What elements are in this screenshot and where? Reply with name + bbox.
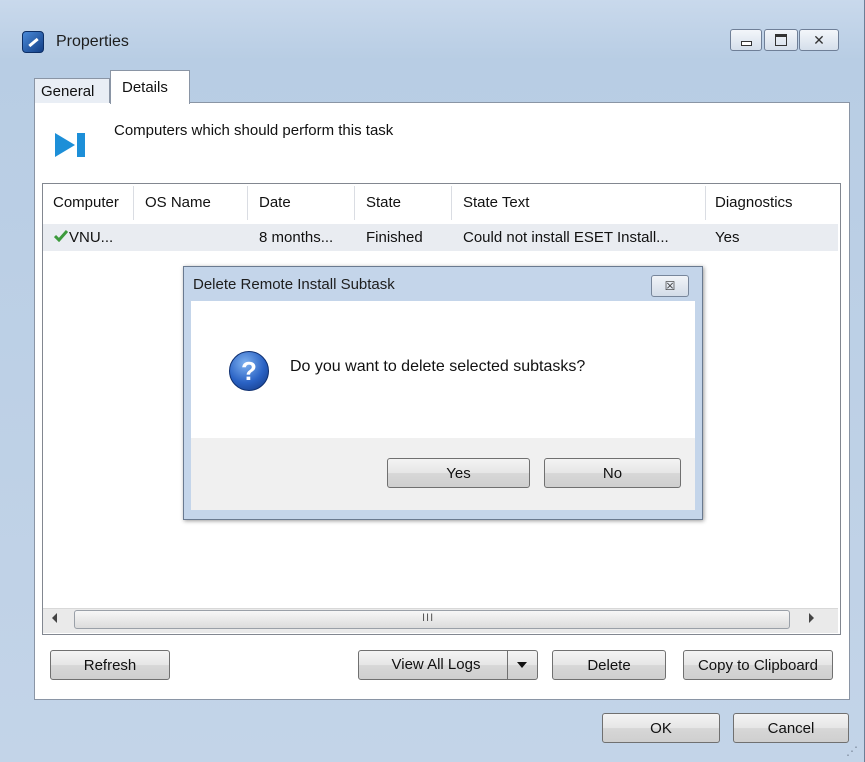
copy-to-clipboard-button[interactable]: Copy to Clipboard <box>683 650 833 680</box>
cell-state: Finished <box>366 229 423 246</box>
tab-details[interactable]: Details <box>110 70 190 104</box>
tab-general-label: General <box>41 83 95 100</box>
cell-state-text: Could not install ESET Install... <box>463 229 669 246</box>
column-separator[interactable] <box>705 186 706 220</box>
computers-header-text: Computers which should perform this task <box>114 122 394 139</box>
refresh-button[interactable]: Refresh <box>50 650 170 680</box>
column-separator[interactable] <box>354 186 355 220</box>
cell-date: 8 months... <box>259 229 334 246</box>
cancel-button[interactable]: Cancel <box>733 713 849 743</box>
column-header-diagnostics[interactable]: Diagnostics <box>715 194 793 211</box>
yes-button[interactable]: Yes <box>387 458 530 488</box>
tab-general[interactable]: General <box>34 78 110 103</box>
scroll-right-icon[interactable] <box>809 613 814 623</box>
column-separator[interactable] <box>133 186 134 220</box>
no-button[interactable]: No <box>544 458 681 488</box>
column-header-state[interactable]: State <box>366 194 401 211</box>
close-icon: ✕ <box>813 32 825 48</box>
column-header-os-name[interactable]: OS Name <box>145 194 211 211</box>
minimize-button[interactable] <box>730 29 762 51</box>
split-divider <box>507 650 508 680</box>
task-icon <box>55 133 85 157</box>
column-separator[interactable] <box>451 186 452 220</box>
cell-computer: VNU... <box>69 229 114 246</box>
dialog-message: Do you want to delete selected subtasks? <box>290 358 586 375</box>
dropdown-arrow-icon[interactable] <box>517 662 527 668</box>
column-separator[interactable] <box>247 186 248 220</box>
checkmark-icon <box>54 230 68 242</box>
dialog-close-button[interactable]: ☒ <box>651 275 689 297</box>
column-header-date[interactable]: Date <box>259 194 291 211</box>
tab-details-label: Details <box>122 79 168 96</box>
question-icon: ? <box>229 351 269 391</box>
scroll-left-icon[interactable] <box>52 613 57 623</box>
close-button[interactable]: ✕ <box>799 29 839 51</box>
cell-diagnostics: Yes <box>715 229 740 246</box>
dialog-title: Delete Remote Install Subtask <box>193 276 395 293</box>
resize-grip-icon[interactable]: ⋰ <box>846 744 858 758</box>
delete-button[interactable]: Delete <box>552 650 666 680</box>
app-icon <box>22 31 44 53</box>
column-header-state-text[interactable]: State Text <box>463 194 529 211</box>
window-title: Properties <box>56 33 129 50</box>
maximize-button[interactable] <box>764 29 798 51</box>
scrollbar-grip: III <box>422 612 435 624</box>
column-header-computer[interactable]: Computer <box>53 194 119 211</box>
view-all-logs-label: View All Logs <box>391 656 481 673</box>
ok-button[interactable]: OK <box>602 713 720 743</box>
